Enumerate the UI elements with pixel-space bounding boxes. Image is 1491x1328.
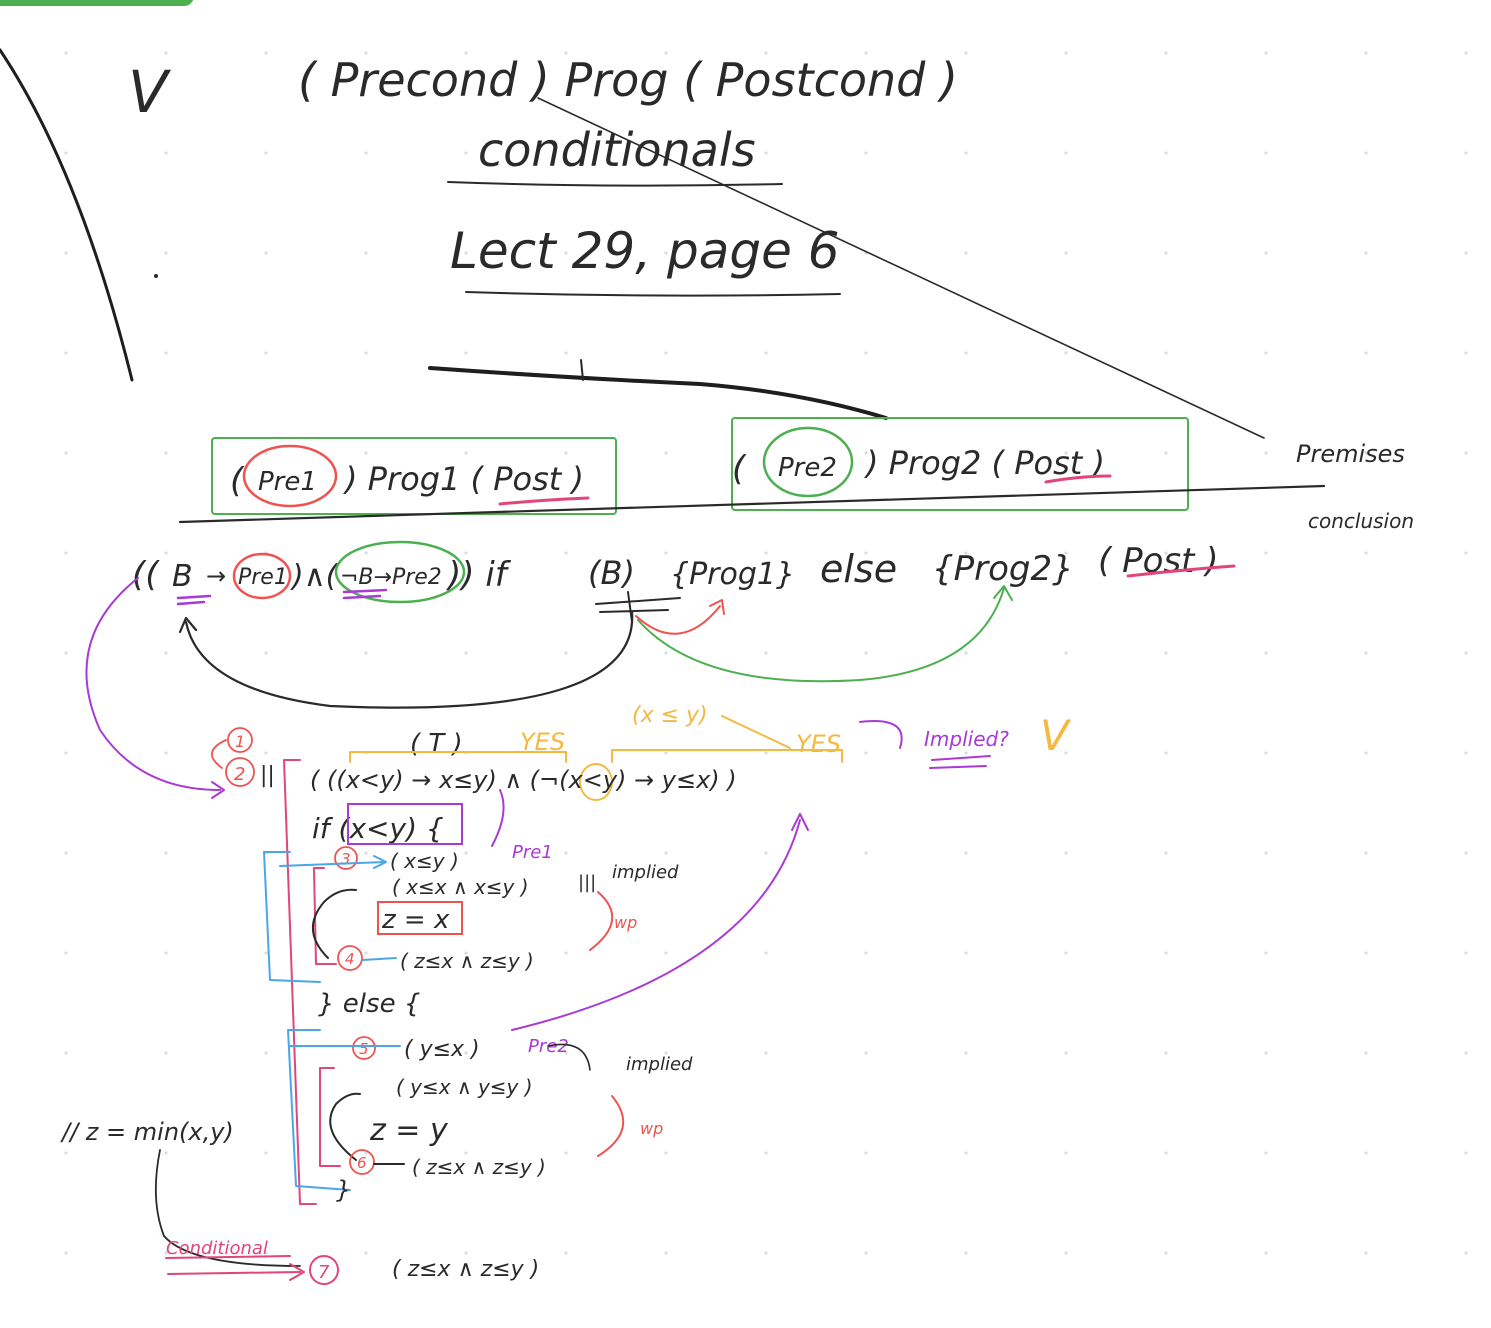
purple-arrow-else xyxy=(511,819,801,1031)
wp-tag-1: wp xyxy=(614,913,637,932)
premise2-rest: ) Prog2 ( Post ) xyxy=(864,444,1105,482)
wp-arrow-2 xyxy=(597,1095,625,1157)
header-topic: conditionals xyxy=(478,123,756,177)
header-triple: ( Precond ) Prog ( Postcond ) xyxy=(298,53,958,107)
reference-underline xyxy=(465,291,841,297)
blue-arrow-3 xyxy=(279,855,387,869)
thick-ink-line xyxy=(428,366,888,420)
pre1-tag: Pre1 xyxy=(512,842,553,863)
final-post: ( z≤x ∧ z≤y ) xyxy=(392,1257,539,1282)
step2-bars: || xyxy=(260,763,275,788)
step1: 1 xyxy=(235,732,245,751)
topic-underline xyxy=(447,181,783,187)
check-mark: V xyxy=(1040,711,1072,760)
step5: 5 xyxy=(359,1040,369,1058)
blue-arrow-4 xyxy=(361,957,397,961)
step7: 7 xyxy=(318,1262,330,1283)
premise1-open: ( xyxy=(230,461,245,501)
post-assert1: ( z≤x ∧ z≤y ) xyxy=(400,949,534,973)
red-arrowhead xyxy=(709,599,725,615)
step3: 3 xyxy=(341,850,351,868)
header-reference: Lect 29, page 6 xyxy=(450,222,840,280)
cond-to-top-arrow xyxy=(491,789,505,847)
ink-layer: V ( Precond ) Prog ( Postcond ) conditio… xyxy=(0,48,1414,1285)
premise1-rest: ) Prog1 ( Post ) xyxy=(343,460,584,498)
if-line: if (x<y) { xyxy=(312,812,444,845)
post-underline-1 xyxy=(498,496,590,506)
concl-and: )∧( xyxy=(290,559,339,594)
header-mark: V xyxy=(128,58,172,126)
step6: 6 xyxy=(357,1154,367,1172)
xley-label: (x ≤ y) xyxy=(632,703,708,728)
concl-prog1: {Prog1} xyxy=(670,557,795,592)
ink-dot xyxy=(154,274,158,278)
orange-arrow xyxy=(721,715,791,749)
concl-cond: (B) xyxy=(588,554,635,592)
premise2-open: ( xyxy=(732,449,747,489)
close-brace: } xyxy=(336,1176,351,1204)
yes2: YES xyxy=(796,730,841,758)
pre1-assert: ( x≤y ) xyxy=(390,849,459,873)
whiteboard-canvas[interactable]: V ( Precond ) Prog ( Postcond ) conditio… xyxy=(0,0,1491,1328)
concl-pre1: Pre1 xyxy=(238,565,288,590)
assign1: z = x xyxy=(381,905,450,935)
pre2-assert: ( y≤x ) xyxy=(404,1037,480,1062)
concl-post: ( Post ) xyxy=(1098,541,1219,581)
concl-close: )) if xyxy=(445,555,512,595)
concl-else: else xyxy=(820,547,897,591)
purple-arrow-to-step2 xyxy=(85,577,221,791)
wp-assert1: ( x≤x ∧ x≤y ) xyxy=(392,875,529,899)
implied-underline xyxy=(929,755,991,769)
post-assert2: ( z≤x ∧ z≤y ) xyxy=(412,1155,546,1179)
implied-question: Implied? xyxy=(924,727,1009,751)
pink-inner-bracket-1 xyxy=(313,867,337,965)
wp-assert2: ( y≤x ∧ y≤y ) xyxy=(396,1075,533,1099)
premise2-pre: Pre2 xyxy=(778,453,837,483)
left-curve-stroke xyxy=(0,48,134,382)
step1-to-2-arrow xyxy=(211,739,227,769)
black-loop-2 xyxy=(329,1092,361,1161)
black-loop-1 xyxy=(311,888,357,959)
conclusion-label: conclusion xyxy=(1308,509,1414,533)
wp-tag-2: wp xyxy=(640,1119,663,1138)
concl-arrow1: → xyxy=(206,562,226,590)
comment: // z = min(x,y) xyxy=(60,1118,234,1146)
step2: 2 xyxy=(234,764,245,785)
assign2: z = y xyxy=(369,1113,449,1148)
implied1-bars: ||| xyxy=(578,872,596,893)
concl-open: (( xyxy=(132,555,160,595)
purple-implied-arrow xyxy=(859,720,903,749)
implied1: implied xyxy=(612,862,679,883)
wp-arrow-1 xyxy=(589,891,614,951)
concl-notb: ¬B→Pre2 xyxy=(340,565,442,590)
black-back-arrow xyxy=(184,610,634,709)
green-arrow-to-prog2 xyxy=(637,587,1005,683)
notb-underline xyxy=(342,588,388,600)
step4: 4 xyxy=(345,950,355,968)
premises-label: Premises xyxy=(1296,440,1405,468)
implied2: implied xyxy=(626,1054,693,1075)
line2: ( ((x<y) → x≤y) ∧ (¬(x<y) → y≤x) ) xyxy=(310,766,737,794)
conditional-arrow xyxy=(165,1255,305,1281)
concl-b: B xyxy=(172,559,193,594)
concl-prog2: {Prog2} xyxy=(932,549,1074,589)
top-pre: ( T ) xyxy=(410,729,463,759)
b-underline xyxy=(176,594,212,606)
premise1-pre: Pre1 xyxy=(258,467,317,497)
else-line: } else { xyxy=(318,989,420,1019)
